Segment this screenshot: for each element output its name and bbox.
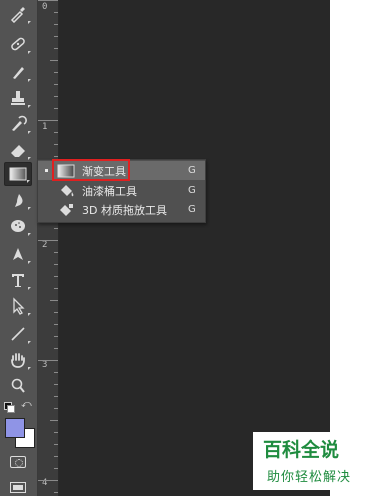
ruler-tick — [54, 84, 58, 85]
ruler-tick — [54, 336, 58, 337]
ruler-tick — [54, 12, 58, 13]
tools-panel: ⤺ — [0, 0, 38, 496]
document-canvas[interactable] — [330, 0, 385, 496]
ruler-tick — [54, 432, 58, 433]
sponge-icon — [11, 220, 25, 232]
path-selection-tool[interactable] — [4, 294, 32, 318]
flyout-item-3d-material-drop[interactable]: 3D 材质拖放工具 G — [38, 200, 205, 219]
hand-icon — [11, 353, 25, 368]
ruler-tick — [54, 468, 58, 469]
ruler-tick — [54, 48, 58, 49]
ruler-tick — [54, 492, 58, 493]
brush-tool[interactable] — [4, 60, 32, 84]
flyout-item-shortcut: G — [188, 185, 196, 196]
ruler-tick — [54, 324, 58, 325]
ruler-tick — [54, 96, 58, 97]
bandage-icon — [11, 37, 25, 51]
3d-material-drop-icon — [56, 201, 76, 218]
watermark-title: 百科全说 — [263, 439, 340, 461]
pen-tool[interactable] — [4, 242, 32, 266]
flyout-item-shortcut: G — [188, 165, 196, 176]
screen-mode-button[interactable] — [10, 482, 26, 493]
magnifier-icon — [11, 378, 25, 393]
history-brush-tool[interactable] — [4, 112, 32, 136]
watermark: 百科全说 助你轻松解决 — [253, 432, 371, 490]
ruler-tick — [54, 156, 58, 157]
eraser-icon — [11, 145, 25, 157]
quick-mask-button[interactable] — [10, 456, 26, 468]
blur-tool[interactable] — [4, 188, 32, 212]
flyout-item-shortcut: G — [188, 204, 196, 215]
ruler-tick — [54, 228, 58, 229]
ruler-tick — [50, 60, 58, 61]
selected-bullet-icon — [45, 169, 48, 172]
eraser-tool[interactable] — [4, 138, 32, 162]
gradient-icon — [9, 167, 27, 181]
quick-mask-icon — [15, 459, 23, 467]
blur-drop-icon — [15, 194, 23, 207]
flyout-item-label: 油漆桶工具 — [82, 184, 137, 198]
flyout-item-label: 3D 材质拖放工具 — [82, 203, 167, 217]
gradient-tool[interactable] — [4, 162, 32, 186]
stamp-icon — [11, 91, 25, 105]
history-brush-icon — [12, 115, 27, 131]
line-icon — [11, 327, 25, 341]
type-icon — [12, 274, 24, 287]
eyedropper-tool[interactable] — [4, 2, 32, 26]
ruler-tick — [38, 240, 58, 241]
spot-healing-brush-tool[interactable] — [4, 32, 32, 56]
swap-colors-icon[interactable]: ⤺ — [21, 400, 32, 410]
ruler-tick — [54, 408, 58, 409]
line-tool[interactable] — [4, 322, 32, 346]
ruler-tick — [54, 36, 58, 37]
ruler-tick — [54, 144, 58, 145]
ruler-tick — [54, 348, 58, 349]
ruler-mark: 1 — [42, 122, 48, 132]
ruler-tick — [54, 312, 58, 313]
clone-stamp-tool[interactable] — [4, 86, 32, 110]
ruler-tick — [54, 276, 58, 277]
paint-bucket-icon — [56, 182, 76, 199]
type-tool[interactable] — [4, 268, 32, 292]
ruler-mark: 0 — [42, 2, 48, 12]
ruler-tick — [54, 288, 58, 289]
ruler-tick — [38, 360, 58, 361]
brush-icon — [13, 67, 24, 79]
vertical-ruler: 0 1 2 3 4 — [38, 0, 59, 496]
ruler-tick — [54, 108, 58, 109]
ruler-tick — [54, 456, 58, 457]
hand-tool[interactable] — [4, 348, 32, 372]
ruler-tick — [38, 120, 58, 121]
eyedropper-icon — [10, 7, 25, 23]
ruler-tick — [54, 132, 58, 133]
ruler-tick — [50, 420, 58, 421]
screen-mode-icon — [13, 485, 23, 490]
ruler-tick — [38, 480, 58, 481]
foreground-color-swatch[interactable] — [5, 418, 25, 438]
ruler-tick — [54, 396, 58, 397]
pen-icon — [13, 248, 23, 260]
ruler-mark: 2 — [42, 240, 48, 250]
ruler-tick — [54, 252, 58, 253]
ruler-tick — [38, 0, 58, 1]
ruler-tick — [50, 300, 58, 301]
flyout-item-paint-bucket[interactable]: 油漆桶工具 G — [38, 181, 205, 200]
canvas-pasteboard[interactable] — [59, 0, 330, 496]
arrow-cursor-icon — [13, 297, 25, 315]
zoom-tool[interactable] — [4, 374, 32, 398]
ruler-mark: 3 — [42, 360, 48, 370]
highlight-box — [52, 159, 130, 181]
ruler-tick — [54, 24, 58, 25]
dodge-tool[interactable] — [4, 214, 32, 238]
ruler-tick — [54, 72, 58, 73]
watermark-subtitle: 助你轻松解决 — [267, 470, 352, 485]
default-colors-icon[interactable] — [4, 402, 15, 413]
ruler-tick — [54, 372, 58, 373]
ruler-tick — [54, 384, 58, 385]
ruler-tick — [54, 444, 58, 445]
ruler-tick — [54, 264, 58, 265]
